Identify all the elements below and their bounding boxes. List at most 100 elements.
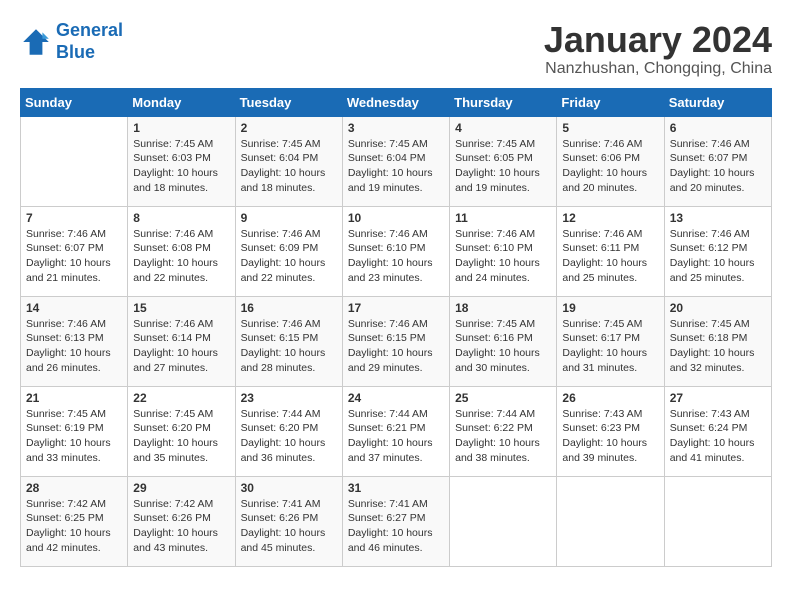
- logo-text: General Blue: [56, 20, 123, 63]
- day-number: 17: [348, 301, 444, 315]
- calendar-cell: 7Sunrise: 7:46 AM Sunset: 6:07 PM Daylig…: [21, 206, 128, 296]
- day-info: Sunrise: 7:45 AM Sunset: 6:16 PM Dayligh…: [455, 317, 551, 376]
- week-row-2: 7Sunrise: 7:46 AM Sunset: 6:07 PM Daylig…: [21, 206, 772, 296]
- calendar-cell: 16 Sunrise: 7:46 AM Sunset: 6:15 PM Dayli…: [235, 296, 342, 386]
- day-info: Sunrise: 7:44 AM Sunset: 6:22 PM Dayligh…: [455, 407, 551, 466]
- day-info: Sunrise: 7:42 AM Sunset: 6:26 PM Dayligh…: [133, 497, 229, 556]
- calendar-cell: 5Sunrise: 7:46 AM Sunset: 6:06 PM Daylig…: [557, 116, 664, 206]
- day-info: Sunrise: 7:46 AM Sunset: 6:10 PM Dayligh…: [348, 227, 444, 286]
- calendar-cell: 2Sunrise: 7:45 AM Sunset: 6:04 PM Daylig…: [235, 116, 342, 206]
- day-number: 6: [670, 121, 766, 135]
- weekday-header-tuesday: Tuesday: [235, 88, 342, 116]
- title-block: January 2024 Nanzhushan, Chongqing, Chin…: [544, 20, 772, 78]
- calendar-cell: 23Sunrise: 7:44 AM Sunset: 6:20 PM Dayli…: [235, 386, 342, 476]
- day-number: 30: [241, 481, 337, 495]
- calendar-table: SundayMondayTuesdayWednesdayThursdayFrid…: [20, 88, 772, 567]
- day-info: Sunrise: 7:46 AM Sunset: 6:15 PM Dayligh…: [241, 317, 337, 376]
- day-number: 22: [133, 391, 229, 405]
- calendar-cell: 1Sunrise: 7:45 AM Sunset: 6:03 PM Daylig…: [128, 116, 235, 206]
- day-number: 23: [241, 391, 337, 405]
- week-row-1: 1Sunrise: 7:45 AM Sunset: 6:03 PM Daylig…: [21, 116, 772, 206]
- calendar-cell: 28 Sunrise: 7:42 AM Sunset: 6:25 PM Dayli…: [21, 476, 128, 566]
- calendar-cell: 17 Sunrise: 7:46 AM Sunset: 6:15 PM Dayli…: [342, 296, 449, 386]
- day-number: 16: [241, 301, 337, 315]
- day-info: Sunrise: 7:41 AM Sunset: 6:26 PM Dayligh…: [241, 497, 337, 556]
- day-info: Sunrise: 7:46 AM Sunset: 6:11 PM Dayligh…: [562, 227, 658, 286]
- day-number: 14: [26, 301, 122, 315]
- day-number: 28: [26, 481, 122, 495]
- calendar-cell: 22 Sunrise: 7:45 AM Sunset: 6:20 PM Dayli…: [128, 386, 235, 476]
- calendar-cell: 24 Sunrise: 7:44 AM Sunset: 6:21 PM Dayli…: [342, 386, 449, 476]
- calendar-cell: 3 Sunrise: 7:45 AM Sunset: 6:04 PM Daylig…: [342, 116, 449, 206]
- day-info: Sunrise: 7:42 AM Sunset: 6:25 PM Dayligh…: [26, 497, 122, 556]
- day-info: Sunrise: 7:45 AM Sunset: 6:20 PM Dayligh…: [133, 407, 229, 466]
- day-info: Sunrise: 7:45 AM Sunset: 6:18 PM Dayligh…: [670, 317, 766, 376]
- day-number: 21: [26, 391, 122, 405]
- calendar-cell: [557, 476, 664, 566]
- location-subtitle: Nanzhushan, Chongqing, China: [544, 60, 772, 78]
- day-number: 19: [562, 301, 658, 315]
- day-info: Sunrise: 7:45 AM Sunset: 6:19 PM Dayligh…: [26, 407, 122, 466]
- calendar-cell: [450, 476, 557, 566]
- day-number: 5: [562, 121, 658, 135]
- day-number: 24: [348, 391, 444, 405]
- day-number: 2: [241, 121, 337, 135]
- calendar-cell: 29Sunrise: 7:42 AM Sunset: 6:26 PM Dayli…: [128, 476, 235, 566]
- day-number: 8: [133, 211, 229, 225]
- weekday-header-sunday: Sunday: [21, 88, 128, 116]
- calendar-cell: [21, 116, 128, 206]
- day-number: 3: [348, 121, 444, 135]
- day-info: Sunrise: 7:46 AM Sunset: 6:15 PM Dayligh…: [348, 317, 444, 376]
- logo-icon: [20, 26, 52, 58]
- day-info: Sunrise: 7:46 AM Sunset: 6:10 PM Dayligh…: [455, 227, 551, 286]
- calendar-cell: 10 Sunrise: 7:46 AM Sunset: 6:10 PM Dayli…: [342, 206, 449, 296]
- day-info: Sunrise: 7:44 AM Sunset: 6:21 PM Dayligh…: [348, 407, 444, 466]
- calendar-cell: 11 Sunrise: 7:46 AM Sunset: 6:10 PM Dayli…: [450, 206, 557, 296]
- day-info: Sunrise: 7:41 AM Sunset: 6:27 PM Dayligh…: [348, 497, 444, 556]
- weekday-header-row: SundayMondayTuesdayWednesdayThursdayFrid…: [21, 88, 772, 116]
- day-info: Sunrise: 7:43 AM Sunset: 6:23 PM Dayligh…: [562, 407, 658, 466]
- day-info: Sunrise: 7:46 AM Sunset: 6:08 PM Dayligh…: [133, 227, 229, 286]
- week-row-3: 14 Sunrise: 7:46 AM Sunset: 6:13 PM Dayli…: [21, 296, 772, 386]
- day-info: Sunrise: 7:46 AM Sunset: 6:13 PM Dayligh…: [26, 317, 122, 376]
- logo-line2: Blue: [56, 42, 95, 62]
- page-header: General Blue January 2024 Nanzhushan, Ch…: [20, 20, 772, 78]
- calendar-cell: 14 Sunrise: 7:46 AM Sunset: 6:13 PM Dayli…: [21, 296, 128, 386]
- weekday-header-friday: Friday: [557, 88, 664, 116]
- weekday-header-monday: Monday: [128, 88, 235, 116]
- day-number: 12: [562, 211, 658, 225]
- day-number: 9: [241, 211, 337, 225]
- calendar-cell: 12 Sunrise: 7:46 AM Sunset: 6:11 PM Dayli…: [557, 206, 664, 296]
- day-number: 10: [348, 211, 444, 225]
- weekday-header-saturday: Saturday: [664, 88, 771, 116]
- calendar-cell: 13Sunrise: 7:46 AM Sunset: 6:12 PM Dayli…: [664, 206, 771, 296]
- calendar-cell: 9 Sunrise: 7:46 AM Sunset: 6:09 PM Daylig…: [235, 206, 342, 296]
- day-info: Sunrise: 7:46 AM Sunset: 6:12 PM Dayligh…: [670, 227, 766, 286]
- day-number: 15: [133, 301, 229, 315]
- logo: General Blue: [20, 20, 123, 63]
- day-info: Sunrise: 7:46 AM Sunset: 6:07 PM Dayligh…: [26, 227, 122, 286]
- calendar-cell: 30 Sunrise: 7:41 AM Sunset: 6:26 PM Dayli…: [235, 476, 342, 566]
- calendar-cell: [664, 476, 771, 566]
- day-info: Sunrise: 7:46 AM Sunset: 6:09 PM Dayligh…: [241, 227, 337, 286]
- week-row-5: 28 Sunrise: 7:42 AM Sunset: 6:25 PM Dayli…: [21, 476, 772, 566]
- calendar-cell: 15Sunrise: 7:46 AM Sunset: 6:14 PM Dayli…: [128, 296, 235, 386]
- calendar-cell: 27Sunrise: 7:43 AM Sunset: 6:24 PM Dayli…: [664, 386, 771, 476]
- calendar-cell: 26Sunrise: 7:43 AM Sunset: 6:23 PM Dayli…: [557, 386, 664, 476]
- day-number: 4: [455, 121, 551, 135]
- calendar-cell: 31Sunrise: 7:41 AM Sunset: 6:27 PM Dayli…: [342, 476, 449, 566]
- calendar-cell: 21 Sunrise: 7:45 AM Sunset: 6:19 PM Dayli…: [21, 386, 128, 476]
- weekday-header-thursday: Thursday: [450, 88, 557, 116]
- day-info: Sunrise: 7:45 AM Sunset: 6:03 PM Dayligh…: [133, 137, 229, 196]
- day-info: Sunrise: 7:45 AM Sunset: 6:17 PM Dayligh…: [562, 317, 658, 376]
- calendar-cell: 18 Sunrise: 7:45 AM Sunset: 6:16 PM Dayli…: [450, 296, 557, 386]
- month-title: January 2024: [544, 20, 772, 60]
- day-number: 18: [455, 301, 551, 315]
- calendar-cell: 25Sunrise: 7:44 AM Sunset: 6:22 PM Dayli…: [450, 386, 557, 476]
- week-row-4: 21 Sunrise: 7:45 AM Sunset: 6:19 PM Dayli…: [21, 386, 772, 476]
- calendar-cell: 8 Sunrise: 7:46 AM Sunset: 6:08 PM Daylig…: [128, 206, 235, 296]
- day-number: 11: [455, 211, 551, 225]
- logo-line1: General: [56, 20, 123, 40]
- day-info: Sunrise: 7:45 AM Sunset: 6:04 PM Dayligh…: [348, 137, 444, 196]
- day-info: Sunrise: 7:43 AM Sunset: 6:24 PM Dayligh…: [670, 407, 766, 466]
